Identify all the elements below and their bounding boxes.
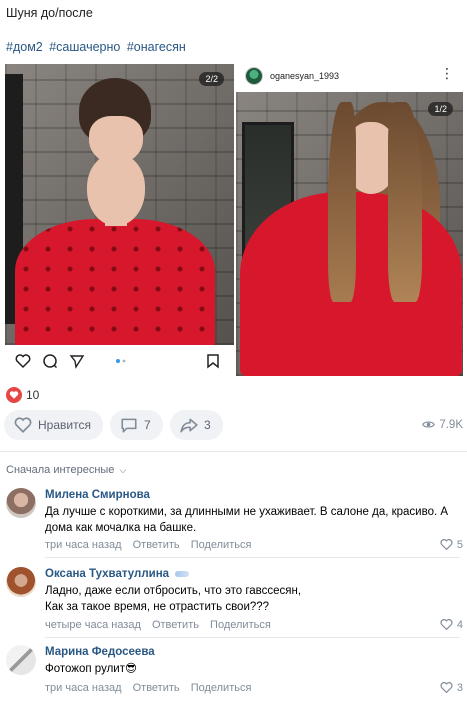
- instagram-username[interactable]: oganesyan_1993: [270, 71, 339, 81]
- comment-meta: четыре часа назад Ответить Поделиться: [45, 619, 279, 631]
- photo-counter-badge: 2/2: [199, 72, 224, 86]
- photo-counter-badge: 1/2: [428, 102, 453, 116]
- heart-outline-icon: [440, 619, 453, 631]
- after-photo-card[interactable]: oganesyan_1993 ⋮ 1/2: [236, 64, 463, 376]
- likes-summary[interactable]: 10: [6, 387, 39, 403]
- comments-sort-label: Сначала интересные: [6, 464, 115, 476]
- reply-link[interactable]: Ответить: [152, 619, 199, 631]
- comments-sort-dropdown[interactable]: Сначала интересные ⌵: [6, 464, 126, 476]
- photo-action-bar: [5, 345, 234, 376]
- comment-bubble-icon[interactable]: [42, 353, 58, 369]
- hashtag-onagesyan[interactable]: #онагесян: [127, 40, 186, 54]
- reply-link[interactable]: Ответить: [133, 682, 180, 694]
- comment-meta: три часа назад Ответить Поделиться: [45, 682, 259, 694]
- send-icon[interactable]: [69, 353, 85, 369]
- share-arrow-icon: [180, 418, 198, 433]
- comment-likes-count: 5: [456, 538, 463, 551]
- comment-author[interactable]: Оксана Тухватуллина: [45, 568, 190, 580]
- eye-icon: [422, 421, 436, 428]
- divider: [45, 557, 460, 558]
- comment-text: Ладно, даже если отбросить, что это гавс…: [45, 585, 302, 613]
- heart-outline-icon: [440, 682, 453, 694]
- comment-button[interactable]: 7: [110, 410, 163, 440]
- avatar[interactable]: [6, 488, 36, 518]
- comment-icon: [121, 418, 137, 433]
- hashtag-dom2[interactable]: #дом2: [6, 40, 43, 54]
- heart-outline-icon[interactable]: [15, 353, 31, 369]
- before-photo-card[interactable]: 2/2: [5, 64, 234, 376]
- heart-outline-icon: [440, 539, 453, 551]
- comment-like-button[interactable]: 3: [440, 681, 463, 694]
- comment-time[interactable]: четыре часа назад: [45, 619, 141, 631]
- likes-count: 10: [26, 388, 40, 402]
- comment-likes-count: 3: [456, 681, 463, 694]
- post-text: Шуня до/после: [6, 6, 93, 20]
- post-action-bar: Нравится 7 3 7.9K: [0, 410, 467, 440]
- divider: [45, 637, 460, 638]
- comment-time[interactable]: три часа назад: [45, 539, 122, 551]
- like-button[interactable]: Нравится: [4, 410, 103, 440]
- avatar[interactable]: [245, 67, 263, 85]
- chevron-down-icon: ⌵: [119, 465, 127, 475]
- comments-count: 7: [144, 418, 151, 432]
- bookmark-icon[interactable]: [205, 353, 221, 369]
- shares-count: 3: [204, 418, 211, 432]
- more-icon[interactable]: ⋮: [440, 66, 454, 80]
- views-counter: 7.9K: [422, 418, 463, 431]
- comment-author[interactable]: Марина Федосеева: [45, 646, 155, 658]
- hashtags: #дом2 #сашачерно #онагесян: [6, 40, 189, 54]
- comment-author-name[interactable]: Оксана Тухватуллина: [45, 568, 169, 580]
- verified-badge-icon: [175, 570, 190, 577]
- comment-text: Фотожоп рулит😎: [45, 663, 137, 675]
- heart-outline-icon: [14, 417, 32, 433]
- share-link[interactable]: Поделиться: [191, 539, 252, 551]
- like-button-label: Нравится: [38, 418, 91, 432]
- views-count: 7.9K: [439, 418, 463, 431]
- share-link[interactable]: Поделиться: [191, 682, 252, 694]
- reply-link[interactable]: Ответить: [133, 539, 180, 551]
- heart-icon: [6, 387, 22, 403]
- carousel-dots-icon: [116, 359, 126, 363]
- comment-like-button[interactable]: 4: [440, 618, 463, 631]
- share-button[interactable]: 3: [170, 410, 223, 440]
- after-photo[interactable]: 1/2: [236, 92, 463, 376]
- comment-text: Да лучше с короткими, за длинными не уха…: [45, 506, 449, 534]
- comment-meta: три часа назад Ответить Поделиться: [45, 539, 259, 551]
- comment-time[interactable]: три часа назад: [45, 682, 122, 694]
- comment-author[interactable]: Милена Смирнова: [45, 489, 150, 501]
- before-photo[interactable]: 2/2: [5, 64, 234, 345]
- avatar[interactable]: [6, 567, 36, 597]
- comment-like-button[interactable]: 5: [440, 538, 463, 551]
- hashtag-sashacherno[interactable]: #сашачерно: [49, 40, 120, 54]
- divider: [0, 451, 467, 452]
- share-link[interactable]: Поделиться: [210, 619, 271, 631]
- comment-likes-count: 4: [456, 618, 463, 631]
- instagram-header: oganesyan_1993 ⋮: [236, 64, 463, 90]
- avatar[interactable]: [6, 645, 36, 675]
